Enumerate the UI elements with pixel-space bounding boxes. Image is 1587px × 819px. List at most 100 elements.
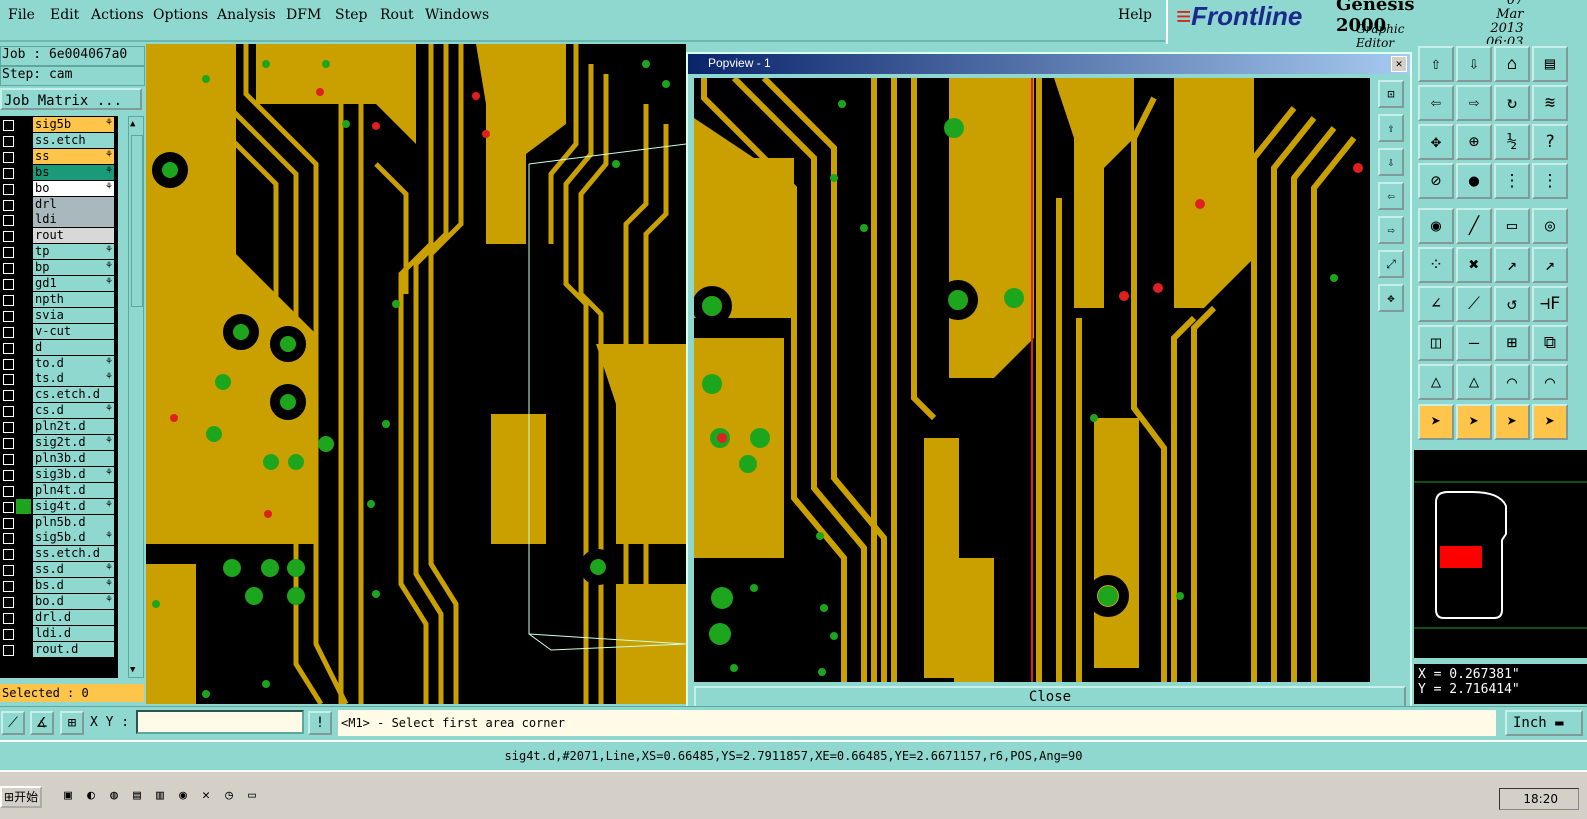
layer-scrollbar[interactable]: ▲ ▼ — [128, 116, 144, 678]
delete-icon[interactable]: ✖ — [1456, 247, 1492, 283]
measure-icon[interactable]: ⊘ — [1418, 163, 1454, 199]
layer-checkbox[interactable] — [3, 120, 14, 131]
graphic-canvas[interactable] — [146, 44, 686, 704]
layer-color-swatch[interactable] — [16, 117, 31, 132]
select-net-icon[interactable]: ➤ — [1494, 404, 1530, 440]
layer-color-swatch[interactable] — [16, 307, 31, 323]
layer-row[interactable]: bp ⚘ — [0, 260, 116, 276]
layer-name[interactable]: to.d — [33, 355, 114, 371]
layer-color-swatch[interactable] — [16, 578, 31, 594]
zoom-area-icon[interactable]: ⊕ — [1456, 124, 1492, 160]
menu-help[interactable]: Help — [1118, 7, 1152, 23]
scale-1-2-icon[interactable]: ½ — [1494, 124, 1530, 160]
pan-left-icon[interactable]: ⇦ — [1418, 85, 1454, 121]
layer-name[interactable]: d — [33, 339, 114, 355]
text-icon[interactable]: ⊣F — [1532, 286, 1568, 322]
layer-row[interactable]: gd1 ⚘ — [0, 276, 116, 291]
layer-row[interactable]: bo ⚘ — [0, 180, 116, 196]
angle-icon[interactable]: ∠ — [1418, 286, 1454, 322]
layer-color-swatch[interactable] — [16, 435, 31, 450]
layer-row[interactable]: tp ⚘ — [0, 244, 116, 260]
popview-titlebar[interactable]: Popview - 1 ✕ — [688, 54, 1410, 74]
layer-checkbox[interactable] — [3, 390, 14, 402]
layer-color-swatch[interactable] — [16, 164, 31, 180]
start-button[interactable]: ⊞开始 — [0, 786, 42, 808]
layer-name[interactable]: bs — [33, 164, 114, 180]
layer-checkbox[interactable] — [3, 438, 14, 449]
help-icon[interactable]: ? — [1532, 124, 1568, 160]
xy-input[interactable] — [136, 710, 304, 734]
layer-checkbox[interactable] — [3, 358, 14, 370]
layer-checkbox[interactable] — [3, 294, 14, 306]
globe-icon[interactable]: ◉ — [175, 788, 191, 804]
layer-checkbox[interactable] — [3, 310, 14, 322]
popview-close-icon[interactable]: ✕ — [1391, 56, 1407, 72]
zoom-in-icon[interactable]: ⇧ — [1378, 114, 1404, 142]
layer-name[interactable]: pln2t.d — [33, 419, 114, 435]
move-pad-icon[interactable]: ↗ — [1494, 247, 1530, 283]
layer-row[interactable]: sig2t.d ⚘ — [0, 435, 116, 450]
dimension-icon[interactable]: ⊞ — [1494, 325, 1530, 361]
layer-name[interactable]: ts.d — [33, 371, 114, 387]
popview-canvas[interactable] — [694, 78, 1370, 682]
layer-name[interactable]: cs.etch.d — [33, 387, 114, 403]
layer-checkbox[interactable] — [3, 501, 14, 513]
layer-row[interactable]: bs.d ⚘ — [0, 578, 116, 594]
layer-color-swatch[interactable] — [16, 180, 31, 196]
center-icon[interactable]: ✥ — [1378, 284, 1404, 312]
layer-row[interactable]: npth — [0, 291, 116, 307]
layer-color-swatch[interactable] — [16, 323, 31, 339]
layer-name[interactable]: tp — [33, 244, 114, 260]
browser-icon[interactable]: ◐ — [83, 788, 99, 804]
feature-icon[interactable]: ● — [1456, 163, 1492, 199]
layer-color-swatch[interactable] — [16, 228, 31, 244]
layer-checkbox[interactable] — [3, 565, 14, 577]
layer-name[interactable]: npth — [33, 291, 114, 307]
layer-checkbox[interactable] — [3, 167, 14, 179]
grid-icon[interactable]: ⊞ — [60, 711, 84, 735]
clock-app-icon[interactable]: ◷ — [221, 788, 237, 804]
layer-color-swatch[interactable] — [16, 291, 31, 307]
layer-row[interactable]: svia — [0, 307, 116, 323]
arch-alt-icon[interactable]: ⌒ — [1532, 364, 1568, 400]
scroll-up-icon[interactable]: ▲ — [130, 119, 135, 129]
layer-checkbox[interactable] — [3, 597, 14, 608]
layer-row[interactable]: sig5b ⚘ — [0, 117, 116, 132]
layer-row[interactable]: drl — [0, 196, 116, 212]
layer-color-swatch[interactable] — [16, 594, 31, 609]
layer-checkbox[interactable] — [3, 533, 14, 545]
layer-color-swatch[interactable] — [16, 641, 31, 657]
select-area-icon[interactable]: ➤ — [1456, 404, 1492, 440]
layer-color-swatch[interactable] — [16, 276, 31, 291]
layer-name[interactable]: sig5b.d — [33, 530, 114, 546]
menu-analysis[interactable]: Analysis — [217, 7, 276, 23]
menu-options[interactable]: Options — [153, 7, 208, 23]
layer-checkbox[interactable] — [3, 135, 14, 147]
layer-row[interactable]: ts.d ⚘ — [0, 371, 116, 387]
layer-name[interactable]: sig3b.d — [33, 466, 114, 482]
layer-color-swatch[interactable] — [16, 387, 31, 403]
menu-file[interactable]: File — [8, 7, 35, 23]
menu-windows[interactable]: Windows — [425, 7, 489, 23]
layer-checkbox[interactable] — [3, 326, 14, 338]
layer-checkbox[interactable] — [3, 231, 14, 243]
net-icon[interactable]: ⋮ — [1494, 163, 1530, 199]
net-select-icon[interactable]: ⋮ — [1532, 163, 1568, 199]
layer-checkbox[interactable] — [3, 279, 14, 290]
layer-row[interactable]: ldi.d — [0, 625, 116, 641]
layer-color-swatch[interactable] — [16, 196, 31, 212]
layer-checkbox[interactable] — [3, 581, 14, 593]
layer-checkbox[interactable] — [3, 517, 14, 529]
layer-name[interactable]: bo.d — [33, 594, 114, 609]
layer-color-swatch[interactable] — [16, 244, 31, 260]
layer-row[interactable]: pln2t.d — [0, 419, 116, 435]
zoom-fit-icon[interactable]: ✥ — [1418, 124, 1454, 160]
layer-row[interactable]: to.d ⚘ — [0, 355, 116, 371]
layer-color-swatch[interactable] — [16, 371, 31, 387]
layer-checkbox[interactable] — [3, 215, 14, 227]
layer-color-swatch[interactable] — [16, 466, 31, 482]
scroll-down-icon[interactable]: ▼ — [130, 665, 135, 675]
snap-icon[interactable]: ⟋ — [1, 711, 25, 735]
layer-name[interactable]: bs.d — [33, 578, 114, 594]
layer-name[interactable]: ldi — [33, 212, 114, 228]
